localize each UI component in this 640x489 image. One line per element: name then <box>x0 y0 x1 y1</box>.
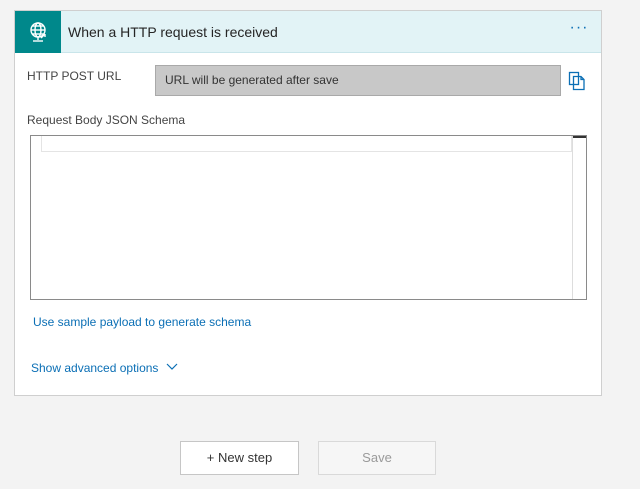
http-post-url-label: HTTP POST URL <box>27 69 122 83</box>
globe-icon <box>15 11 61 53</box>
show-advanced-options-label: Show advanced options <box>31 361 159 375</box>
trigger-card: When a HTTP request is received ··· HTTP… <box>14 10 602 396</box>
scrollbar-thumb[interactable] <box>573 136 586 138</box>
trigger-card-header[interactable]: When a HTTP request is received ··· <box>15 11 601 53</box>
chevron-down-icon <box>166 360 178 374</box>
http-post-url-field[interactable]: URL will be generated after save <box>155 65 561 96</box>
use-sample-payload-link[interactable]: Use sample payload to generate schema <box>33 315 251 329</box>
editor-current-line <box>41 136 572 152</box>
save-button[interactable]: Save <box>318 441 436 475</box>
schema-label: Request Body JSON Schema <box>27 113 186 127</box>
editor-scrollbar[interactable] <box>572 136 586 299</box>
show-advanced-options-link[interactable]: Show advanced options <box>31 361 178 375</box>
new-step-button[interactable]: + New step <box>180 441 299 475</box>
schema-editor[interactable] <box>30 135 587 300</box>
copy-icon[interactable] <box>568 71 586 91</box>
more-options-button[interactable]: ··· <box>567 19 591 41</box>
trigger-title: When a HTTP request is received <box>68 24 278 40</box>
